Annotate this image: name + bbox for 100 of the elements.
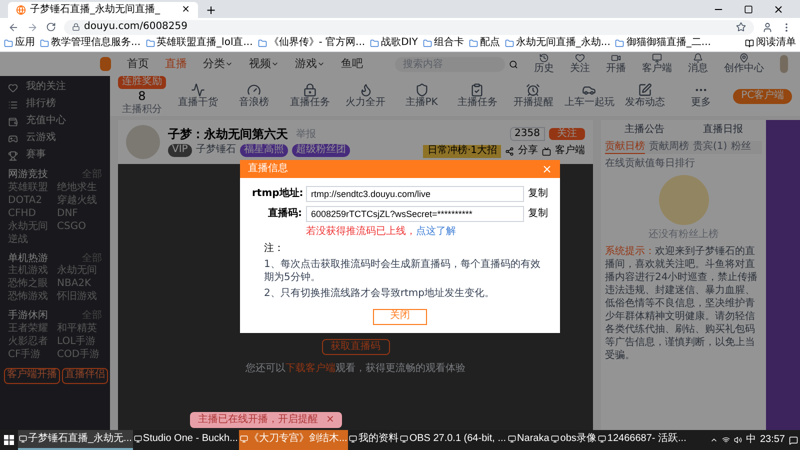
tab-close-button[interactable]: × [182, 4, 190, 16]
bookmark[interactable]: 永劫无间直播_永劫... [504, 37, 610, 50]
header-icon-button[interactable]: 开播 [606, 52, 626, 76]
nav-link[interactable]: 首页 [127, 57, 150, 71]
header-icon-button[interactable]: 客户端 [642, 52, 672, 76]
sidebar-item[interactable]: 云游戏 [8, 131, 102, 146]
toast-close-button[interactable]: × [326, 414, 334, 426]
category-link[interactable]: NBA2K [57, 278, 102, 291]
taskbar-item[interactable]: Naraka [507, 430, 550, 450]
download-client-link[interactable]: 下载客户端 [286, 362, 336, 374]
bookmark[interactable]: 战歌DIY [370, 37, 418, 50]
category-link[interactable]: 永劫无间 [8, 220, 53, 234]
search-icon[interactable] [509, 60, 518, 68]
back-icon[interactable] [8, 22, 19, 32]
sidebar-item[interactable]: 充值中心 [8, 114, 102, 129]
category-link[interactable]: DOTA2 [8, 194, 53, 208]
toolbar-button[interactable]: 更多 [677, 82, 726, 110]
header-icon-button[interactable]: 创作中心 [724, 52, 764, 76]
sidebar-button[interactable]: 直播伴侣 [62, 368, 108, 384]
toolbar-button[interactable]: 上车一起玩 [565, 82, 614, 110]
bookmark[interactable]: 组合卡 [422, 37, 464, 50]
volume-icon[interactable] [734, 436, 742, 444]
sidebar-item[interactable]: 我的关注 [8, 80, 102, 95]
tray-expand-icon[interactable] [710, 436, 718, 444]
copy-button[interactable]: 复制 [528, 188, 548, 200]
clock[interactable]: 23:57 [760, 434, 785, 446]
category-link[interactable]: 和平精英 [57, 322, 102, 336]
category-link[interactable]: 绝地求生 [57, 182, 102, 194]
nav-link[interactable]: 分类 [203, 57, 234, 71]
rank-tab[interactable]: 粉丝 [731, 140, 752, 154]
category-link[interactable]: CSGO [57, 220, 102, 234]
profile-icon[interactable] [762, 22, 773, 32]
nav-link[interactable]: 视频 [249, 57, 280, 71]
category-link[interactable]: CF手游 [8, 348, 53, 362]
forward-icon[interactable] [27, 22, 38, 32]
category-link[interactable]: COD手游 [57, 348, 102, 362]
bookmark[interactable]: 御猫御猫直播_二... [615, 37, 711, 50]
toolbar-button[interactable]: 主播PK [398, 82, 446, 110]
category-link[interactable]: 恐怖之眼 [8, 278, 53, 291]
rank-tab[interactable]: 贵宾(1) [693, 140, 728, 154]
windows-logo-icon[interactable] [4, 435, 14, 445]
bookmark-star-icon[interactable] [736, 22, 746, 32]
taskbar-item[interactable]: 子梦锤石直播_永劫无... [18, 430, 133, 450]
ime-indicator[interactable]: 中 [746, 434, 756, 446]
category-link[interactable]: 逆战 [8, 234, 53, 246]
category-link[interactable]: 怀旧游戏 [57, 291, 102, 304]
toolbar-button[interactable]: 主播任务 [454, 82, 502, 110]
address-bar[interactable]: douyu.com/6008259 [64, 20, 754, 34]
new-tab-button[interactable]: + [202, 2, 220, 18]
stream-field[interactable]: rtmp://sendtc3.douyu.com/live [306, 186, 524, 202]
taskbar-item[interactable]: 《大刀专宫》剑结木... [238, 430, 348, 450]
sidebar-button[interactable]: 客户端开播 [4, 368, 60, 384]
category-link[interactable]: 恐怖游戏 [8, 291, 53, 304]
bookmark[interactable]: 《仙界传》- 官方网... [258, 37, 366, 50]
header-icon-button[interactable]: 历史 [534, 52, 554, 76]
network-icon[interactable] [722, 436, 730, 444]
header-icon-button[interactable]: 消息 [688, 52, 708, 76]
taskbar-item[interactable]: OBS 27.0.1 (64-bit, ... [399, 430, 508, 450]
nav-link[interactable]: 直播 [165, 57, 188, 71]
notification-icon[interactable] [789, 436, 798, 444]
maximize-icon[interactable] [744, 5, 753, 14]
nav-link[interactable]: 鱼吧 [341, 57, 364, 71]
copy-button[interactable]: 复制 [528, 208, 548, 220]
taskbar-item[interactable]: obs录像 [550, 430, 598, 450]
toolbar-button[interactable]: 火力全开 [342, 82, 390, 110]
toolbar-button[interactable]: 发布动态 [621, 82, 670, 110]
category-link[interactable]: CFHD [8, 208, 53, 220]
category-link[interactable]: DNF [57, 208, 102, 220]
toolbar-button[interactable]: 开播提醒 [509, 82, 558, 110]
close-dialog-button[interactable]: 关闭 [373, 308, 427, 324]
sidebar-item[interactable]: 排行榜 [8, 97, 102, 112]
report-link[interactable]: 举报 [296, 128, 316, 141]
category-link[interactable]: 主机游戏 [8, 265, 53, 278]
panel-link[interactable]: 直播日报 [702, 124, 743, 136]
category-link[interactable]: LOL手游 [57, 336, 102, 348]
category-link[interactable]: 永劫无间 [57, 265, 102, 278]
client-link[interactable]: 客户端 [555, 145, 585, 158]
learn-more-link[interactable]: 点这了解 [416, 226, 456, 237]
header-icon-button[interactable]: 关注 [570, 52, 590, 76]
reload-icon[interactable] [46, 22, 56, 32]
toolbar-button[interactable]: 音浪榜 [230, 82, 278, 110]
reading-list[interactable]: 阅读清单 [745, 37, 796, 50]
category-link[interactable]: 王者荣耀 [8, 322, 53, 336]
toolbar-button[interactable]: 直播干货 [174, 82, 222, 110]
taskbar-item[interactable]: 我的资料 [348, 430, 400, 450]
sidebar-item[interactable]: 赛事 [8, 148, 102, 163]
client-button[interactable]: PC客户端 [733, 88, 792, 104]
category-link[interactable]: 英雄联盟 [8, 182, 53, 194]
browser-tab[interactable]: 子梦锤石直播_永劫无间直播_ × [8, 2, 198, 18]
category-link[interactable]: 火影忍者 [8, 336, 53, 348]
close-icon[interactable] [773, 4, 784, 15]
bookmark[interactable]: 应用 [4, 37, 35, 50]
bookmark[interactable]: 配点 [468, 37, 500, 50]
follow-button[interactable]: 关注 [549, 128, 585, 140]
dialog-close-button[interactable]: × [542, 162, 552, 176]
category-link[interactable]: 穿越火线 [57, 194, 102, 208]
bookmark[interactable]: 英雄联盟直播_lol直... [146, 37, 253, 50]
panel-link[interactable]: 主播公告 [624, 124, 664, 136]
rank-tab[interactable]: 贡献周榜 [649, 140, 689, 154]
stream-field[interactable]: 6008259rTCTCsjZL?wsSecret=********** [306, 206, 524, 222]
